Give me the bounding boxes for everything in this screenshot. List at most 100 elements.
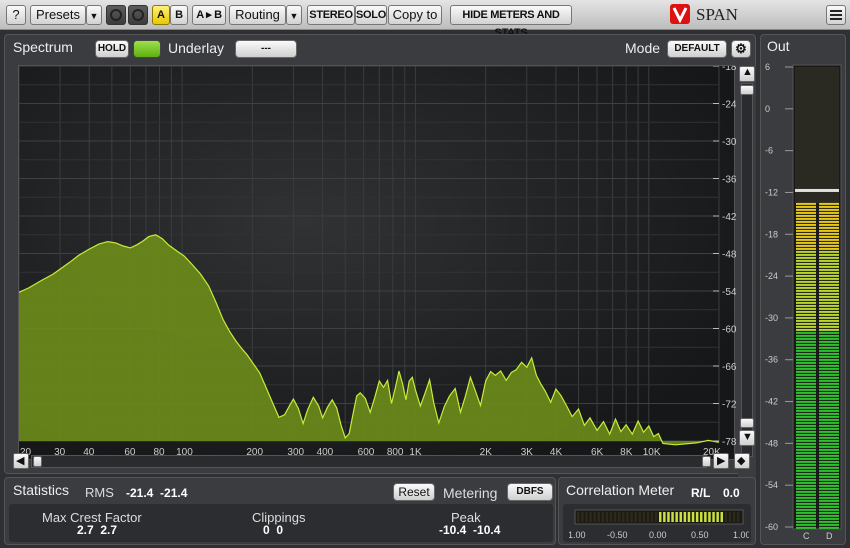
help-button[interactable]: ? xyxy=(6,5,26,25)
hold-toggle-led[interactable] xyxy=(133,40,161,58)
underlay-select[interactable]: --- xyxy=(235,40,297,58)
redo-button[interactable] xyxy=(128,5,148,25)
meter-segment xyxy=(796,268,816,271)
db-tick-label: -78 xyxy=(722,437,736,448)
meter-segment xyxy=(796,388,816,391)
meter-segment xyxy=(796,496,816,499)
presets-dropdown-button[interactable]: ▼ xyxy=(86,5,102,25)
meter-segment xyxy=(819,253,839,256)
meter-segment xyxy=(819,331,839,334)
meter-segment xyxy=(796,319,816,322)
meter-segment xyxy=(819,280,839,283)
meter-segment xyxy=(819,394,839,397)
vertical-scroll-thumb-bottom[interactable] xyxy=(740,418,754,428)
vertical-scroll-track[interactable] xyxy=(741,83,753,457)
correlation-scale-label: 0.50 xyxy=(691,530,709,540)
meter-segment xyxy=(796,403,816,406)
meter-segment xyxy=(819,277,839,280)
meter-segment xyxy=(819,460,839,463)
statistics-tab[interactable]: Statistics xyxy=(13,482,69,498)
correlation-segment xyxy=(683,512,687,522)
meter-segment xyxy=(819,250,839,253)
correlation-segment xyxy=(712,512,715,522)
routing-button[interactable]: Routing xyxy=(229,5,286,25)
meter-segment xyxy=(796,307,816,310)
routing-dropdown-button[interactable]: ▼ xyxy=(286,5,302,25)
correlation-meter-panel: Correlation Meter R/L 0.0 -1.00 -0.50 0.00… xyxy=(558,477,756,545)
vertical-scrollbar[interactable]: ▲ ▼ xyxy=(738,66,756,481)
presets-button[interactable]: Presets xyxy=(30,5,86,25)
meter-segment xyxy=(819,526,839,529)
hold-button[interactable]: HOLD xyxy=(95,40,129,58)
scroll-right-button[interactable]: ▶ xyxy=(713,453,729,469)
horizontal-scroll-track[interactable] xyxy=(31,455,707,468)
zoom-reset-button[interactable]: ◆ xyxy=(734,453,750,469)
meter-segment xyxy=(796,289,816,292)
copy-a-to-b-button[interactable]: A ▸ B xyxy=(192,5,226,25)
stereo-button[interactable]: STEREO xyxy=(307,5,355,25)
spectrum-panel: Spectrum HOLD Underlay --- Mode DEFAULT … xyxy=(4,34,757,481)
meter-segment xyxy=(796,349,816,352)
rl-value: 0.0 xyxy=(723,486,740,500)
meter-segment xyxy=(819,508,839,511)
meter-segment xyxy=(819,463,839,466)
horizontal-scroll-thumb-right[interactable] xyxy=(702,456,711,467)
meter-segment xyxy=(796,265,816,268)
preset-a-button[interactable]: A xyxy=(152,5,170,25)
meter-segment xyxy=(819,328,839,331)
peak-values: -10.4 -10.4 xyxy=(439,523,501,537)
db-tick-label: -30 xyxy=(722,137,736,148)
meter-segment xyxy=(796,493,816,496)
scroll-up-button[interactable]: ▲ xyxy=(739,66,755,82)
meter-segment xyxy=(796,466,816,469)
scroll-down-button[interactable]: ▼ xyxy=(739,430,755,446)
horizontal-scroll-thumb-left[interactable] xyxy=(33,456,42,467)
meter-segment xyxy=(796,313,816,316)
vertical-scroll-thumb-top[interactable] xyxy=(740,85,754,95)
meter-segment xyxy=(819,295,839,298)
spectrum-plot[interactable]: -18-24-30-36-42-48-54-60-66-72-782030406… xyxy=(18,62,737,460)
spectrum-tab[interactable]: Spectrum xyxy=(13,39,73,55)
meter-segment xyxy=(796,283,816,286)
main-menu-button[interactable] xyxy=(826,5,846,25)
meter-segment xyxy=(796,235,816,238)
meter-segment xyxy=(796,487,816,490)
meter-segment xyxy=(819,433,839,436)
meter-segment xyxy=(796,301,816,304)
meter-segment xyxy=(819,466,839,469)
correlation-segment xyxy=(581,512,584,522)
db-tick-label: -24 xyxy=(722,100,736,111)
scroll-left-button[interactable]: ◀ xyxy=(13,453,29,469)
meter-segment xyxy=(819,244,839,247)
horizontal-scrollbar[interactable]: ◀ ▶ ◆ xyxy=(13,453,757,471)
copy-to-button[interactable]: Copy to xyxy=(388,5,442,25)
clippings-values: 0 0 xyxy=(263,523,284,537)
meter-segment xyxy=(796,250,816,253)
meter-segment xyxy=(796,298,816,301)
meter-segment xyxy=(819,454,839,457)
reset-button[interactable]: Reset xyxy=(393,483,435,501)
undo-button[interactable] xyxy=(106,5,126,25)
chevron-down-icon: ▼ xyxy=(89,11,99,21)
correlation-scale-label: -1.00 xyxy=(569,530,586,540)
meter-segment xyxy=(819,256,839,259)
solo-button[interactable]: SOLO xyxy=(355,5,387,25)
meter-segment xyxy=(796,274,816,277)
meter-segment xyxy=(819,241,839,244)
diamond-icon: ◆ xyxy=(737,455,746,467)
rms-values: -21.4 -21.4 xyxy=(126,486,188,500)
meter-segment xyxy=(819,325,839,328)
meter-segment xyxy=(819,259,839,262)
meter-segment xyxy=(819,442,839,445)
meter-segment xyxy=(796,238,816,241)
preset-b-button[interactable]: B xyxy=(170,5,188,25)
output-meter-panel: Out 6 0 -6 -12 -18 -24 -30 -36 -42 -48 -54 -60 C D xyxy=(760,34,846,545)
meter-segment xyxy=(796,367,816,370)
metering-select[interactable]: DBFS xyxy=(507,483,553,501)
meter-segment xyxy=(796,340,816,343)
meter-segment xyxy=(796,373,816,376)
mode-select[interactable]: DEFAULT xyxy=(667,40,727,58)
hide-meters-button[interactable]: HIDE METERS AND STATS xyxy=(450,5,572,39)
settings-button[interactable]: ⚙ xyxy=(731,40,751,58)
max-crest-factor-values: 2.7 2.7 xyxy=(77,523,118,537)
